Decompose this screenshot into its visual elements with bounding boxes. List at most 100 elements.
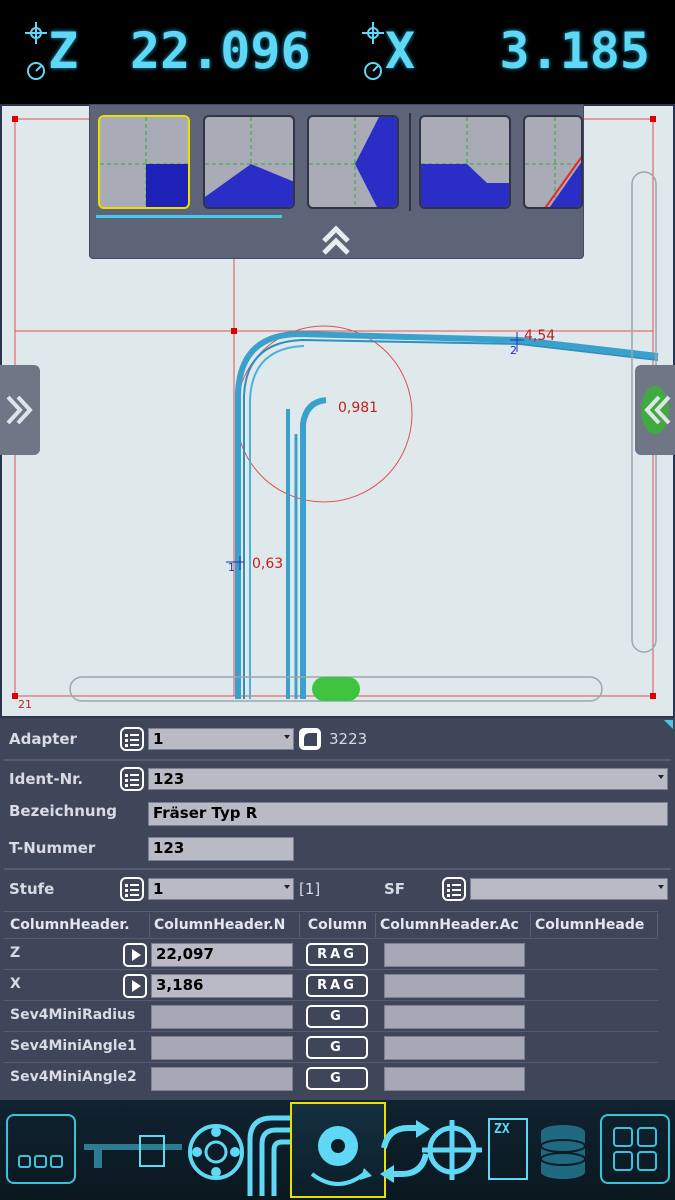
row-name: X bbox=[10, 976, 21, 992]
axis-gauge-icon bbox=[27, 62, 45, 80]
grid-header[interactable]: ColumnHeade bbox=[531, 913, 658, 937]
picker-scroll-indicator bbox=[96, 215, 282, 218]
zx-file-label: ZX bbox=[494, 1122, 510, 1137]
bezeichnung-label: Bezeichnung bbox=[9, 802, 117, 820]
shape-taper-icon bbox=[205, 117, 293, 207]
separator bbox=[4, 868, 671, 870]
axis-gauge-icon bbox=[364, 62, 382, 80]
axis-target-icon bbox=[362, 22, 384, 44]
dimension-width-marker: 1 bbox=[228, 561, 235, 574]
row-name: Z bbox=[10, 945, 21, 961]
sf-list-button[interactable] bbox=[442, 877, 466, 901]
corner-label: 21 bbox=[18, 698, 32, 711]
table-row[interactable]: Sev4MiniRadius G bbox=[4, 1000, 658, 1032]
chevron-up-icon[interactable] bbox=[321, 225, 351, 257]
row-extra-input[interactable] bbox=[384, 1005, 525, 1029]
row-name: Sev4MiniAngle2 bbox=[10, 1069, 137, 1085]
tool-change-button[interactable] bbox=[290, 1102, 386, 1198]
grid-view-button[interactable] bbox=[600, 1114, 670, 1184]
dimension-angle-marker: 2 bbox=[510, 344, 517, 357]
row-value-input[interactable]: 3,186 bbox=[151, 974, 293, 998]
axis-target-icon bbox=[25, 22, 47, 44]
tool-shape-square[interactable] bbox=[98, 115, 190, 209]
x-axis-label: X bbox=[385, 22, 418, 80]
adapter-value: 1 bbox=[153, 730, 164, 748]
table-row[interactable]: X 3,186 RAG bbox=[4, 969, 658, 1001]
adapter-list-button[interactable] bbox=[120, 727, 144, 751]
shape-square-icon bbox=[100, 117, 188, 207]
row-value-input[interactable] bbox=[151, 1067, 293, 1091]
caliper-icon[interactable] bbox=[84, 1128, 184, 1178]
tool-shape-taper[interactable] bbox=[203, 115, 295, 209]
database-icon[interactable] bbox=[536, 1122, 590, 1182]
horizontal-scrollbar-thumb[interactable] bbox=[312, 677, 364, 703]
stufe-index: [1] bbox=[299, 880, 321, 898]
tool-change-icon bbox=[310, 1126, 372, 1186]
table-row[interactable]: Z 22,097 RAG bbox=[4, 938, 658, 970]
grid-icon bbox=[613, 1127, 657, 1171]
row-value-input[interactable]: 22,097 bbox=[151, 943, 293, 967]
tool-shape-picker bbox=[89, 104, 584, 259]
stufe-label: Stufe bbox=[9, 880, 55, 898]
table-row[interactable]: Sev4MiniAngle2 G bbox=[4, 1062, 658, 1094]
grid-header[interactable]: Column bbox=[300, 913, 376, 937]
x-axis-value: 3.185 bbox=[499, 22, 650, 80]
z-axis-label: Z bbox=[48, 22, 81, 80]
tool-shape-cone[interactable] bbox=[307, 115, 399, 209]
crosshair-icon[interactable] bbox=[420, 1118, 484, 1182]
z-axis-value: 22.096 bbox=[130, 22, 311, 80]
adapter-shape-icon[interactable] bbox=[298, 727, 322, 751]
sf-label: SF bbox=[384, 880, 406, 898]
row-extra-input[interactable] bbox=[384, 1067, 525, 1091]
row-value-input[interactable] bbox=[151, 1036, 293, 1060]
bezeichnung-input[interactable]: Fräser Typ R bbox=[148, 802, 668, 826]
separator bbox=[4, 759, 671, 761]
shape-step-icon bbox=[421, 117, 509, 207]
row-extra-input[interactable] bbox=[384, 943, 525, 967]
table-row[interactable]: Sev4MiniAngle1 G bbox=[4, 1031, 658, 1063]
ident-select[interactable]: 123 bbox=[148, 768, 668, 790]
row-flag-button[interactable]: G bbox=[306, 1036, 368, 1059]
row-flag-button[interactable]: RAG bbox=[306, 943, 368, 966]
row-flag-button[interactable]: G bbox=[306, 1067, 368, 1090]
zx-file-button[interactable]: ZX bbox=[488, 1118, 528, 1180]
dimension-angle-label: 4,54 bbox=[524, 328, 556, 344]
shape-cone-icon bbox=[309, 117, 397, 207]
menu-icon bbox=[18, 1155, 63, 1168]
grid-header[interactable]: ColumnHeader.Ac bbox=[376, 913, 531, 937]
bend-icon[interactable] bbox=[242, 1110, 294, 1196]
picker-divider bbox=[409, 113, 411, 211]
bearing-icon[interactable] bbox=[186, 1122, 246, 1182]
tnummer-input[interactable]: 123 bbox=[148, 837, 294, 861]
row-value-input[interactable] bbox=[151, 1005, 293, 1029]
sf-select[interactable] bbox=[470, 878, 668, 900]
row-name: Sev4MiniRadius bbox=[10, 1007, 136, 1023]
position-readout: Z 22.096 X 3.185 bbox=[0, 0, 675, 104]
tool-shape-angle[interactable] bbox=[523, 115, 583, 209]
ident-label: Ident-Nr. bbox=[9, 770, 84, 788]
grid-header[interactable]: ColumnHeader.N bbox=[150, 913, 300, 937]
dimension-radius-label: 0,981 bbox=[338, 400, 379, 416]
ident-list-button[interactable] bbox=[120, 767, 144, 791]
row-extra-input[interactable] bbox=[384, 974, 525, 998]
expand-left-button[interactable] bbox=[0, 365, 40, 455]
row-flag-button[interactable]: RAG bbox=[306, 974, 368, 997]
stufe-select[interactable]: 1 bbox=[148, 878, 294, 900]
row-extra-input[interactable] bbox=[384, 1036, 525, 1060]
stufe-list-button[interactable] bbox=[120, 877, 144, 901]
tnummer-label: T-Nummer bbox=[9, 839, 96, 857]
menu-button[interactable] bbox=[6, 1114, 76, 1184]
play-icon[interactable] bbox=[123, 943, 147, 967]
play-icon[interactable] bbox=[123, 974, 147, 998]
bottom-toolbar: ZX bbox=[0, 1100, 675, 1200]
adapter-label: Adapter bbox=[9, 730, 77, 748]
double-chevron-left-icon bbox=[641, 386, 671, 434]
adapter-select[interactable]: 1 bbox=[148, 728, 294, 750]
adapter-code: 3223 bbox=[329, 730, 368, 748]
grid-header[interactable]: ColumnHeader. bbox=[6, 913, 150, 937]
dimension-width-label: 0,63 bbox=[252, 556, 284, 572]
ident-value: 123 bbox=[153, 770, 185, 788]
tool-shape-step[interactable] bbox=[419, 115, 511, 209]
row-flag-button[interactable]: G bbox=[306, 1005, 368, 1028]
collapse-right-button[interactable] bbox=[635, 365, 675, 455]
